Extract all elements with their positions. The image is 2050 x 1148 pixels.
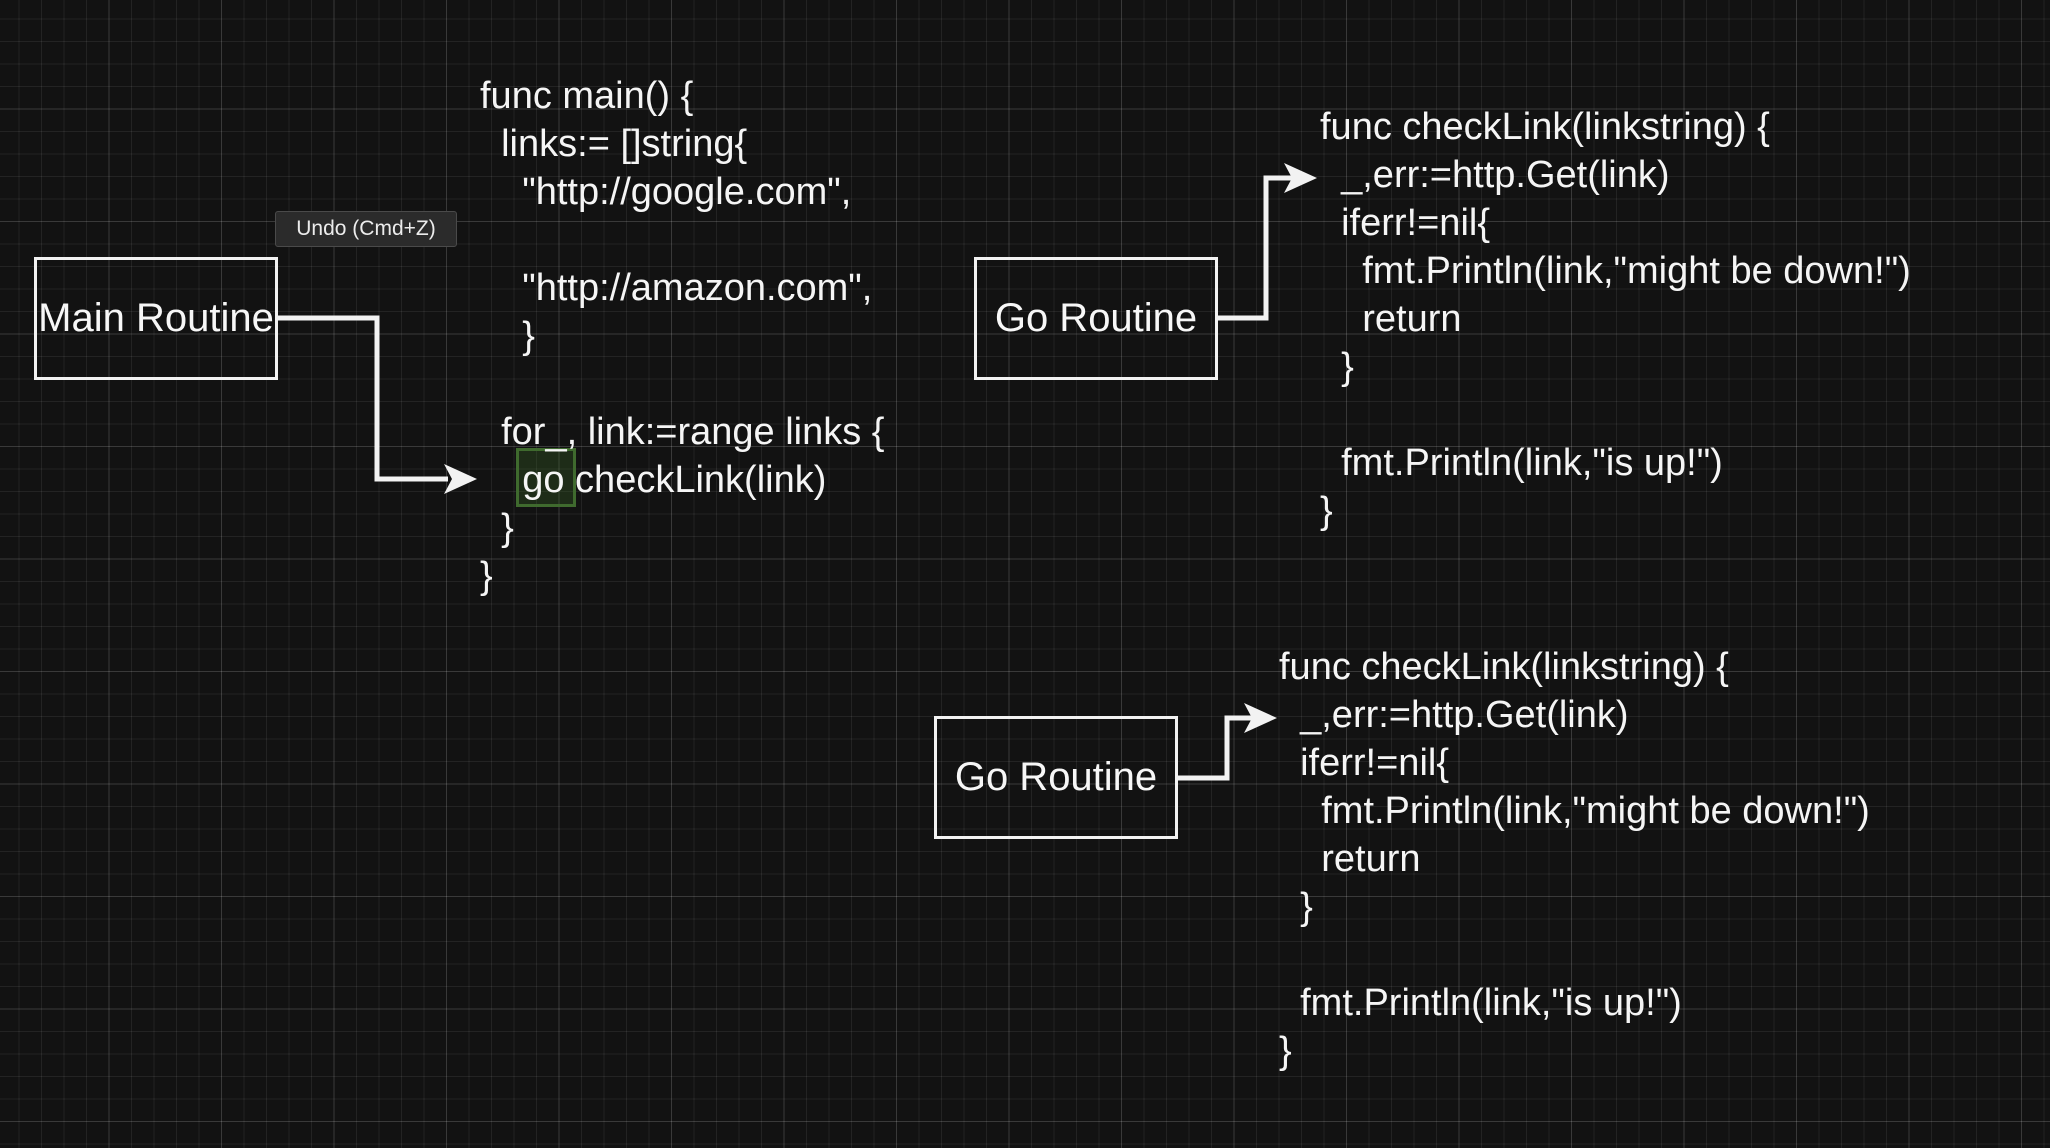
arrow-go-top-to-func [1217,175,1295,321]
arrowhead-go-top [1284,163,1317,193]
code-line: go checkLink(link) [480,459,827,501]
go-routine-box-top[interactable]: Go Routine [974,257,1218,380]
check-link-code-bottom[interactable]: func checkLink(linkstring) { _,err:=http… [1279,643,1870,1075]
code-line: } [1320,346,1354,388]
code-line: func main() { [480,75,694,117]
code-line: iferr!=nil{ [1279,742,1450,784]
main-routine-box[interactable]: Main Routine [34,257,278,380]
code-line: func checkLink(linkstring) { [1279,646,1729,688]
code-line: "http://amazon.com", [480,267,873,309]
code-line: fmt.Println(link,"is up!") [1279,982,1682,1024]
code-line: _,err:=http.Get(link) [1320,154,1670,196]
arrow-go-bottom-to-func [1176,715,1255,781]
code-line: _,err:=http.Get(link) [1279,694,1629,736]
code-line: } [1279,1030,1292,1072]
main-routine-label: Main Routine [38,296,274,340]
code-line: return [1279,838,1421,880]
code-line: fmt.Println(link,"is up!") [1320,442,1723,484]
arrowhead-go-bottom [1244,703,1277,733]
code-line: func checkLink(linkstring) { [1320,106,1770,148]
code-line: "http://google.com", [480,171,852,213]
undo-tooltip: Undo (Cmd+Z) [275,211,457,247]
check-link-code-top[interactable]: func checkLink(linkstring) { _,err:=http… [1320,103,1911,535]
arrow-main-to-go [277,315,448,482]
code-line: } [480,555,493,597]
code-line: return [1320,298,1462,340]
main-func-code[interactable]: func main() { links:= []string{ "http://… [480,72,885,600]
code-line: } [480,507,514,549]
code-line: for_, link:=range links { [480,411,885,453]
code-line: } [1320,490,1333,532]
code-line: } [480,315,535,357]
code-line: links:= []string{ [480,123,748,165]
go-routine-label-bottom: Go Routine [954,755,1158,799]
go-routine-box-bottom[interactable]: Go Routine [934,716,1178,839]
code-line: fmt.Println(link,"might be down!") [1279,790,1870,832]
go-routine-label-top: Go Routine [994,296,1198,340]
code-line: fmt.Println(link,"might be down!") [1320,250,1911,292]
whiteboard-canvas[interactable]: Main Routine Go Routine Go Routine func … [0,0,2050,1148]
arrowhead-main-to-go [444,464,477,494]
code-line: } [1279,886,1313,928]
code-line: iferr!=nil{ [1320,202,1491,244]
